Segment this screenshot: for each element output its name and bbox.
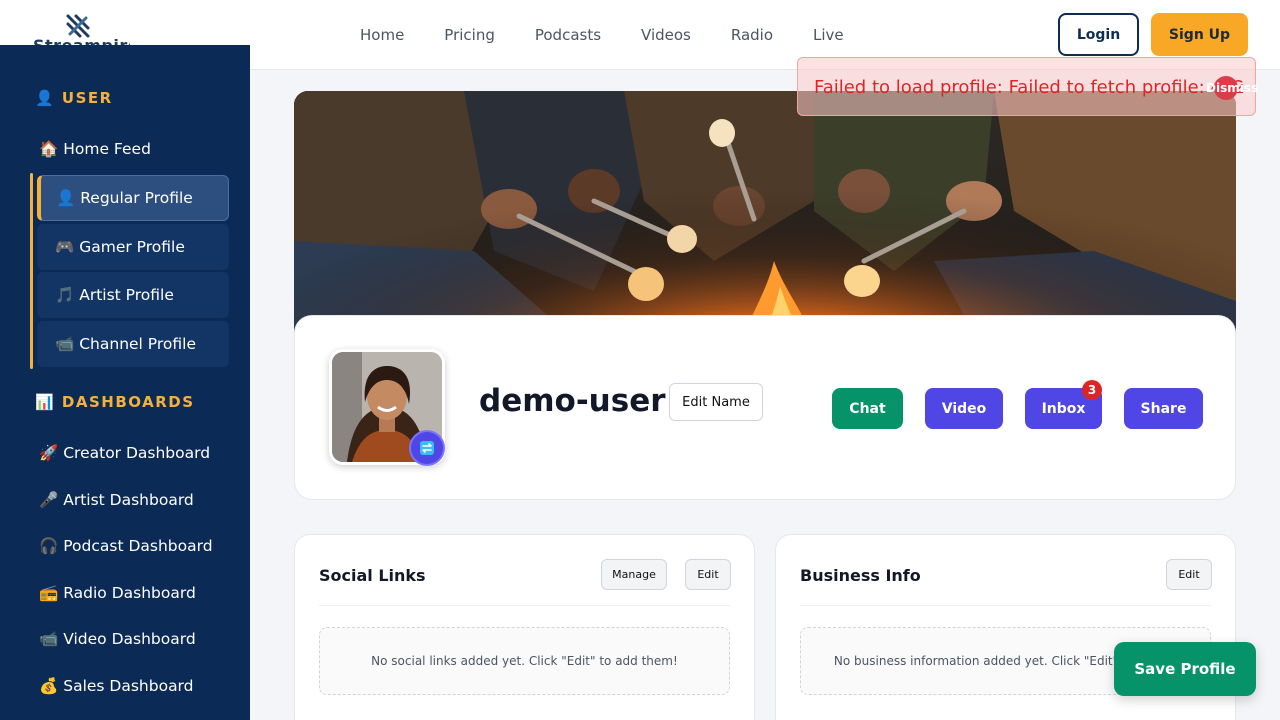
sidebar: 👤 USER 🏠 Home Feed 👤 Regular Profile 🎮 G… [0,45,250,720]
manage-social-links-button[interactable]: Manage [601,559,667,590]
sidebar-item-regular-profile[interactable]: 👤 Regular Profile [37,175,229,221]
sidebar-item-video-dashboard[interactable]: 📹 Video Dashboard [39,630,196,648]
social-links-card: Social Links Manage Edit No social links… [294,534,755,720]
error-message: Failed to load profile: Failed to fetch … [814,77,1245,98]
sidebar-item-artist-dashboard[interactable]: 🎤 Artist Dashboard [39,491,194,509]
sidebar-section-dashboards: 📊 DASHBOARDS [35,393,195,411]
social-links-empty-state: No social links added yet. Click "Edit" … [319,627,730,695]
nav-link-pricing[interactable]: Pricing [444,26,495,44]
nav-link-radio[interactable]: Radio [731,26,773,44]
sidebar-item-gamer-profile[interactable]: 🎮 Gamer Profile [37,224,229,270]
dismiss-label[interactable]: Dismiss [1206,81,1258,95]
main-nav: Home Pricing Podcasts Videos Radio Live [360,0,844,70]
sidebar-item-channel-profile[interactable]: 📹 Channel Profile [37,321,229,367]
error-alert: Failed to load profile: Failed to fetch … [797,57,1258,116]
sidebar-item-artist-profile[interactable]: 🎵 Artist Profile [37,272,229,318]
profile-username: demo-user [479,383,666,419]
sidebar-section-user: 👤 USER [35,89,113,107]
signup-button[interactable]: Sign Up [1151,13,1248,56]
nav-link-videos[interactable]: Videos [641,26,691,44]
chat-button[interactable]: Chat [832,388,903,429]
inbox-unread-badge: 3 [1082,380,1102,400]
save-profile-button[interactable]: Save Profile [1114,642,1256,696]
edit-name-button[interactable]: Edit Name [669,383,763,421]
divider [319,605,730,606]
login-button[interactable]: Login [1058,13,1139,56]
sidebar-item-sales-dashboard[interactable]: 💰 Sales Dashboard [39,677,194,695]
nav-link-live[interactable]: Live [813,26,844,44]
change-avatar-button[interactable] [411,432,443,464]
sidebar-item-radio-dashboard[interactable]: 📻 Radio Dashboard [39,584,196,602]
edit-business-info-button[interactable]: Edit [1166,559,1212,590]
business-info-title: Business Info [800,566,921,585]
profile-group-indicator [30,173,33,369]
share-button[interactable]: Share [1124,388,1203,429]
nav-link-podcasts[interactable]: Podcasts [535,26,601,44]
video-button[interactable]: Video [925,388,1003,429]
sidebar-item-creator-dashboard[interactable]: 🚀 Creator Dashboard [39,444,210,462]
sidebar-item-home-feed[interactable]: 🏠 Home Feed [39,140,151,158]
sidebar-item-podcast-dashboard[interactable]: 🎧 Podcast Dashboard [39,537,213,555]
edit-social-links-button[interactable]: Edit [685,559,731,590]
swap-icon [420,441,434,455]
social-links-title: Social Links [319,566,426,585]
divider [800,605,1211,606]
nav-link-home[interactable]: Home [360,26,404,44]
